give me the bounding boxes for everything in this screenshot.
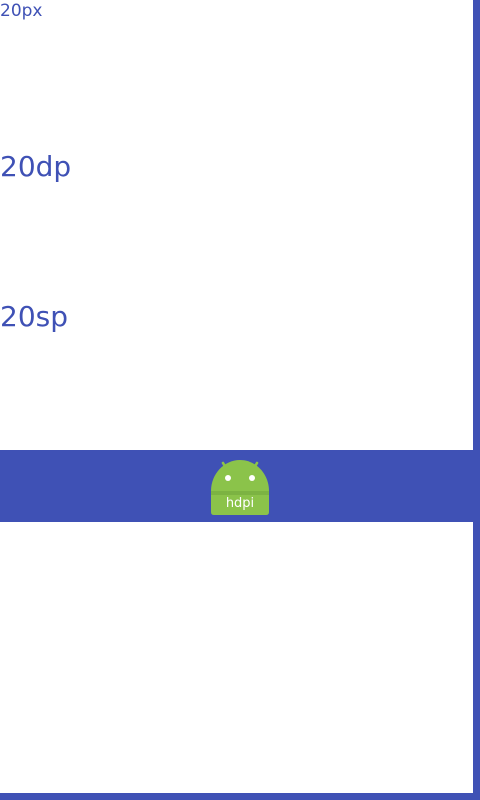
screen: 20px 20dp 20sp hdpi (0, 0, 480, 800)
text-20sp: 20sp (0, 300, 68, 333)
bottom-border (0, 793, 480, 800)
right-border (473, 0, 480, 800)
android-launcher-icon: hdpi (211, 460, 269, 515)
text-20px: 20px (0, 1, 43, 21)
text-20dp: 20dp (0, 150, 72, 183)
icon-label: hdpi (226, 496, 254, 511)
